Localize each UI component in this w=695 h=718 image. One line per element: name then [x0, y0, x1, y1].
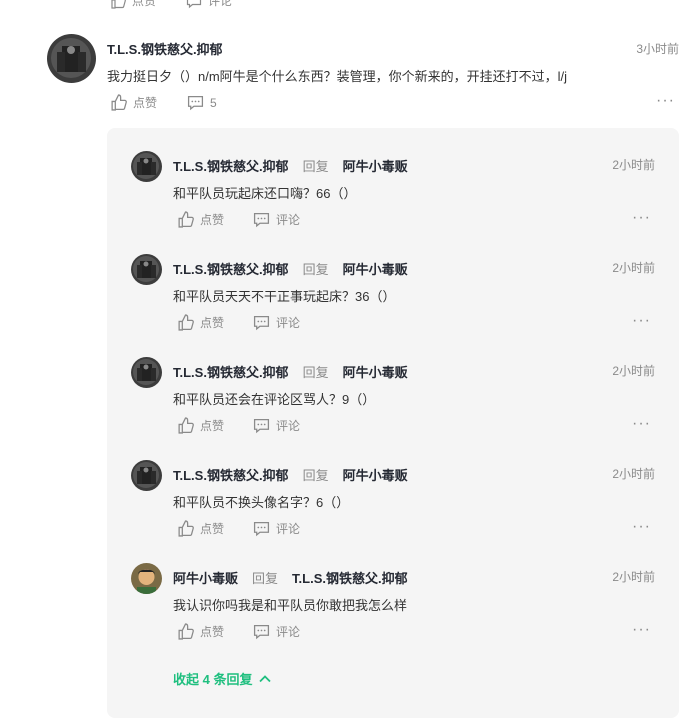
robot-avatar-image — [131, 254, 162, 285]
reply-word: 回复 — [302, 468, 329, 483]
like-button[interactable]: 点赞 — [177, 417, 224, 434]
reply-author[interactable]: T.L.S.钢铁慈父.抑郁 — [173, 362, 289, 381]
comment-button[interactable]: 5 — [187, 94, 217, 111]
avatar[interactable] — [131, 460, 162, 491]
thumbs-up-icon — [178, 623, 194, 640]
thumbs-up-icon — [178, 314, 194, 331]
reply-time: 2小时前 — [612, 570, 655, 584]
like-button[interactable]: 点赞 — [177, 520, 224, 537]
like-label: 点赞 — [200, 213, 225, 227]
comment-label: 评论 — [208, 0, 233, 8]
like-label: 点赞 — [133, 96, 158, 110]
person-avatar-image — [131, 563, 162, 594]
reply-text: 我认识你吗我是和平队员你敢把我怎么样 — [173, 598, 408, 613]
reply-target[interactable]: T.L.S.钢铁慈父.抑郁 — [292, 568, 408, 587]
robot-avatar-image — [47, 34, 96, 83]
reply-author[interactable]: T.L.S.钢铁慈父.抑郁 — [173, 259, 289, 278]
reply-time: 2小时前 — [612, 467, 655, 481]
reply-time: 2小时前 — [612, 364, 655, 378]
reply-target[interactable]: 阿牛小毒贩 — [343, 259, 408, 278]
reply-target[interactable]: 阿牛小毒贩 — [343, 156, 408, 175]
reply-header: T.L.S.钢铁慈父.抑郁 回复 阿牛小毒贩 — [173, 465, 408, 484]
comment-icon — [253, 419, 270, 434]
reply-target[interactable]: 阿牛小毒贩 — [343, 362, 408, 381]
reply-text: 和平队员不换头像名字？6（） — [173, 495, 350, 510]
reply-author[interactable]: T.L.S.钢铁慈父.抑郁 — [173, 465, 289, 484]
more-options-icon[interactable]: ··· — [656, 92, 675, 110]
thumbs-up-icon — [178, 417, 194, 434]
reply-text: 和平队员天天不干正事玩起床？36（） — [173, 289, 396, 304]
comment-label: 评论 — [276, 625, 301, 639]
reply-target[interactable]: 阿牛小毒贩 — [343, 465, 408, 484]
avatar[interactable] — [131, 254, 162, 285]
comment-label: 评论 — [276, 316, 301, 330]
thumbs-up-icon — [111, 0, 126, 9]
avatar[interactable] — [131, 151, 162, 182]
more-options-icon[interactable]: ··· — [632, 621, 651, 639]
thumbs-up-icon — [178, 211, 194, 228]
comment-text: 我力挺日夕（）n/m阿牛是个什么东西？装管理，你个新来的，开挂还打不过，l/j — [107, 69, 568, 84]
collapse-label: 收起 4 条回复 — [173, 672, 253, 687]
like-button[interactable]: 点赞 — [177, 211, 224, 228]
comment-label: 评论 — [276, 522, 301, 536]
like-button[interactable]: 点赞 — [177, 623, 224, 640]
comment-icon — [253, 625, 270, 640]
more-options-icon[interactable]: ··· — [632, 312, 651, 330]
comment-button[interactable]: 评论 — [253, 211, 300, 228]
reply-author[interactable]: 阿牛小毒贩 — [173, 568, 238, 587]
reply-word: 回复 — [302, 159, 329, 174]
comment-button[interactable]: 评论 — [253, 417, 300, 434]
like-button[interactable]: 点赞 — [177, 314, 224, 331]
reply-header: T.L.S.钢铁慈父.抑郁 回复 阿牛小毒贩 — [173, 362, 408, 381]
like-button-partial[interactable]: 点赞 — [110, 0, 156, 9]
reply-time: 2小时前 — [612, 158, 655, 172]
comment-button[interactable]: 评论 — [253, 314, 300, 331]
comment-icon — [186, 0, 202, 8]
reply-time: 2小时前 — [612, 261, 655, 275]
comment-label: 评论 — [276, 213, 301, 227]
like-label: 点赞 — [200, 522, 225, 536]
like-label: 点赞 — [132, 0, 157, 8]
reply-text: 和平队员还会在评论区骂人？9（） — [173, 392, 376, 407]
comment-count: 5 — [210, 95, 217, 110]
avatar[interactable] — [131, 357, 162, 388]
reply-header: T.L.S.钢铁慈父.抑郁 回复 阿牛小毒贩 — [173, 156, 408, 175]
comment-icon — [253, 316, 270, 331]
collapse-replies-button[interactable]: 收起 4 条回复 — [173, 669, 272, 688]
reply-author[interactable]: T.L.S.钢铁慈父.抑郁 — [173, 156, 289, 175]
robot-avatar-image — [131, 357, 162, 388]
robot-avatar-image — [131, 460, 162, 491]
reply-word: 回复 — [302, 262, 329, 277]
comment-label: 评论 — [276, 419, 301, 433]
comment-button[interactable]: 评论 — [253, 520, 300, 537]
comment-button-partial[interactable]: 评论 — [186, 0, 232, 9]
comment-icon — [253, 213, 270, 228]
robot-avatar-image — [131, 151, 162, 182]
reply-header: 阿牛小毒贩 回复 T.L.S.钢铁慈父.抑郁 — [173, 568, 408, 587]
like-label: 点赞 — [200, 625, 225, 639]
thumbs-up-icon — [111, 94, 127, 111]
more-options-icon[interactable]: ··· — [632, 518, 651, 536]
comment-button[interactable]: 评论 — [253, 623, 300, 640]
more-options-icon[interactable]: ··· — [632, 209, 651, 227]
like-label: 点赞 — [200, 419, 225, 433]
more-options-icon[interactable]: ··· — [632, 415, 651, 433]
thumbs-up-icon — [178, 520, 194, 537]
comment-author[interactable]: T.L.S.钢铁慈父.抑郁 — [107, 39, 223, 58]
avatar[interactable] — [47, 34, 96, 83]
like-label: 点赞 — [200, 316, 225, 330]
comment-time: 3小时前 — [636, 42, 679, 56]
comment-icon — [253, 522, 270, 537]
reply-header: T.L.S.钢铁慈父.抑郁 回复 阿牛小毒贩 — [173, 259, 408, 278]
comment-icon — [187, 96, 204, 111]
reply-word: 回复 — [302, 365, 329, 380]
like-button[interactable]: 点赞 — [110, 94, 157, 111]
chevron-up-icon — [259, 674, 272, 682]
reply-word: 回复 — [252, 571, 279, 586]
avatar[interactable] — [131, 563, 162, 594]
reply-text: 和平队员玩起床还口嗨？66（） — [173, 186, 357, 201]
